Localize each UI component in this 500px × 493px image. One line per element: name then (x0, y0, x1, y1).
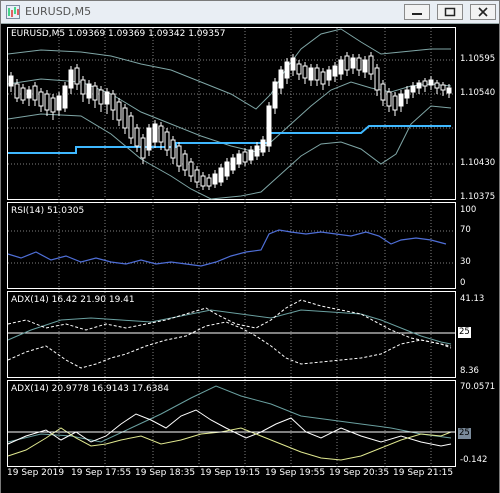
price-level-2: 1.10540 (460, 88, 496, 98)
adx2-header: ADX(14) 20.9778 16.9143 17.6384 (11, 384, 169, 394)
price-level-4: 1.10375 (460, 192, 496, 202)
close-icon (478, 7, 488, 17)
time-label-4: 19 Sep 19:15 (200, 468, 261, 478)
title-bar[interactable]: EURUSD,M5 (1, 1, 499, 24)
rsi-level-30: 30 (460, 257, 471, 267)
time-label-3: 19 Sep 18:35 (135, 468, 196, 478)
rsi-level-0: 0 (460, 278, 466, 288)
price-level-3: 1.10430 (460, 158, 496, 168)
adx2-level-max: 70.0571 (460, 382, 496, 392)
chart-area[interactable]: EURUSD,M5 1.09369 1.09369 1.09342 1.0935… (1, 24, 499, 493)
window-title: EURUSD,M5 (25, 5, 92, 18)
time-label-1: 19 Sep 2019 (7, 468, 65, 478)
restore-icon (444, 7, 456, 17)
time-label-2: 19 Sep 17:55 (71, 468, 132, 478)
time-label-6: 19 Sep 20:35 (329, 468, 390, 478)
chart-window: EURUSD,M5 EURUSD,M5 1.09369 1.09369 1.09… (0, 0, 500, 493)
close-button[interactable] (470, 4, 496, 20)
chart-canvas (7, 27, 456, 467)
adx1-header: ADX(14) 16.42 21.90 19.41 (11, 295, 135, 305)
rsi-header: RSI(14) 51.0305 (11, 206, 85, 216)
rsi-level-100: 100 (460, 205, 477, 215)
adx1-level-min: 8.36 (460, 366, 479, 376)
adx1-level-tag: 25 (458, 327, 471, 338)
adx2-level-min: -0.142 (460, 455, 488, 465)
minimize-icon (412, 13, 422, 15)
minimize-button[interactable] (404, 4, 430, 20)
chart-icon (6, 5, 20, 19)
price-level-1: 1.10595 (460, 54, 496, 64)
time-label-5: 19 Sep 19:55 (265, 468, 326, 478)
adx1-level-max: 41.13 (460, 294, 485, 304)
price-header: EURUSD,M5 1.09369 1.09369 1.09342 1.0935… (11, 29, 226, 39)
time-label-7: 19 Sep 21:15 (393, 468, 454, 478)
rsi-line (7, 229, 447, 267)
restore-button[interactable] (437, 4, 463, 20)
adx2-level-tag: 25 (458, 428, 471, 439)
rsi-level-70: 70 (460, 225, 471, 235)
